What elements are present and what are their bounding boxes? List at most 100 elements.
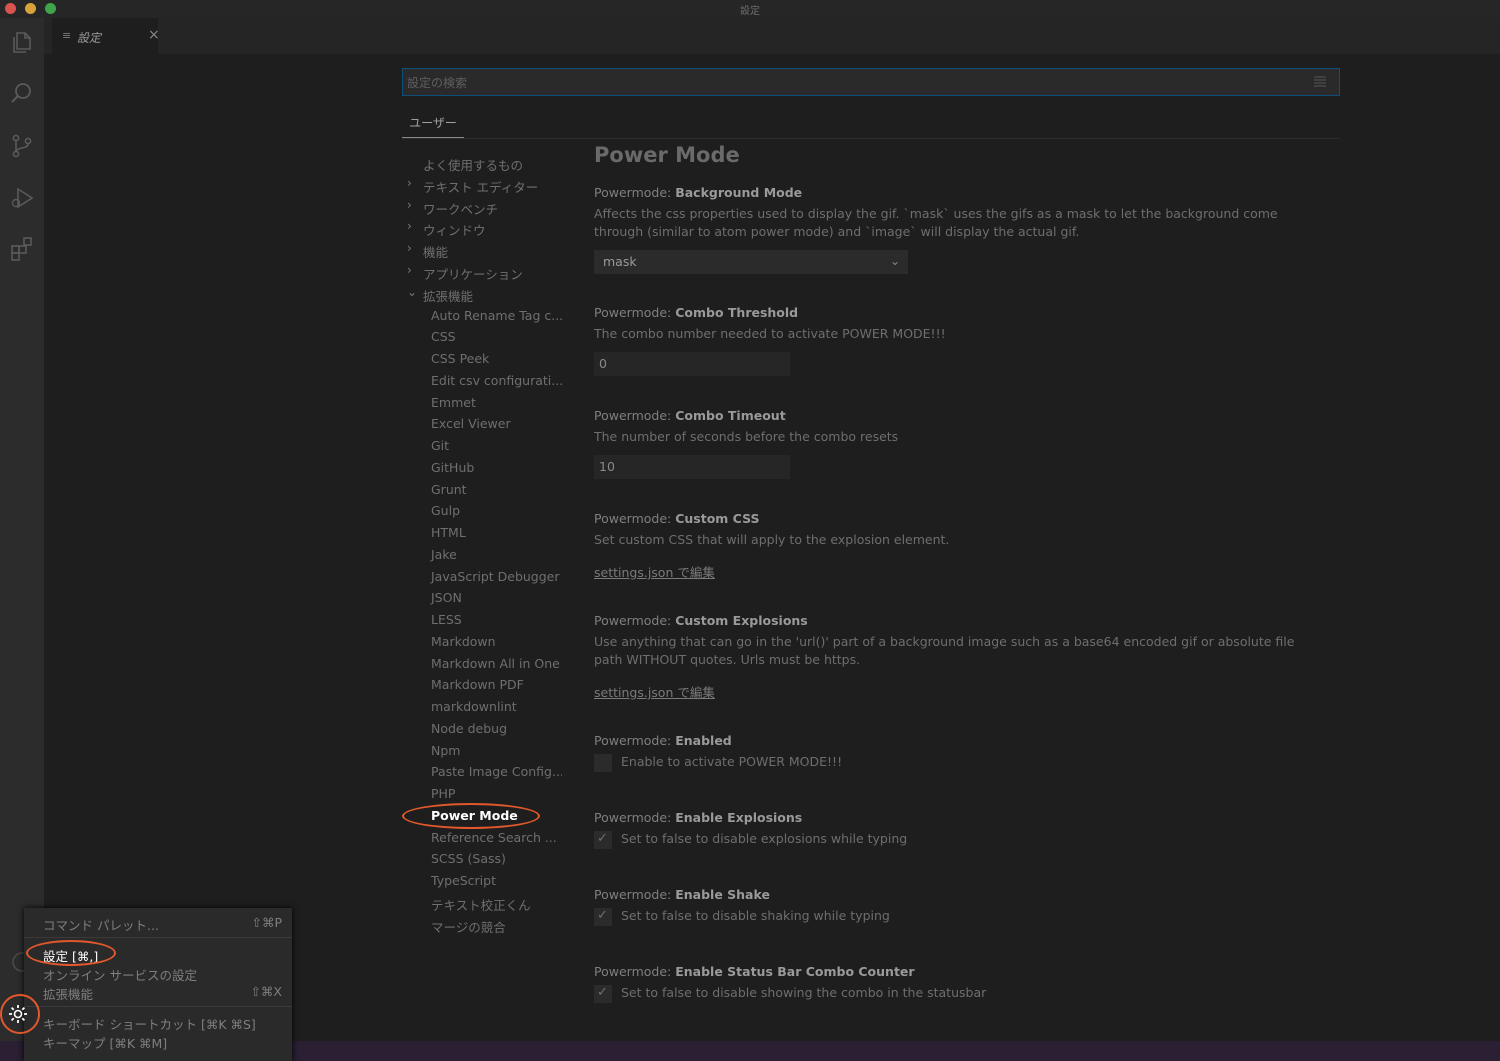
toc-item-label: マージの競合	[431, 919, 506, 935]
window-title: 設定	[740, 6, 760, 17]
chevron-down-icon: ⌄	[407, 284, 418, 299]
toc-item-extension[interactable]: JSON	[402, 587, 562, 609]
setting-title-custom-explosions: Powermode: Custom Explosions	[594, 613, 808, 628]
toc-item-extension[interactable]: Git	[402, 435, 562, 457]
toc-item-extension[interactable]: Excel Viewer	[402, 413, 562, 435]
combo-timeout-input[interactable]: 10	[594, 455, 790, 479]
toc-item[interactable]: › アプリケーション	[402, 261, 562, 283]
editor-tab-bar: ≡ 設定 ×	[44, 18, 1500, 54]
toc-item[interactable]: › ワークベンチ	[402, 196, 562, 218]
toc-item-extension[interactable]: マージの競合	[402, 914, 562, 936]
menu-item-keyboard-shortcuts[interactable]: キーボード ショートカット [⌘K ⌘S]	[43, 1014, 256, 1033]
toc-item-extension[interactable]: TypeScript	[402, 870, 562, 892]
setting-title-enable-explosions: Powermode: Enable Explosions	[594, 810, 803, 825]
checkmark-icon: ✓	[597, 908, 608, 923]
toc-item-label: GitHub	[431, 459, 475, 475]
toc-item[interactable]: ⌄ 拡張機能	[402, 283, 562, 305]
toc-item-extension[interactable]: GitHub	[402, 457, 562, 479]
menu-item-extensions[interactable]: 拡張機能	[43, 984, 93, 1003]
toc-item-extension[interactable]: Paste Image Config...	[402, 761, 562, 783]
tab-settings[interactable]: ≡ 設定 ×	[52, 18, 160, 54]
menu-item-online-services[interactable]: オンライン サービスの設定	[43, 965, 197, 984]
extensions-icon[interactable]	[8, 234, 36, 262]
search-icon[interactable]	[8, 80, 36, 108]
enable-explosions-checkbox[interactable]: ✓	[594, 831, 612, 849]
toc-item-label: よく使用するもの	[423, 158, 524, 173]
toc-item-extension[interactable]: LESS	[402, 609, 562, 631]
setting-desc-combo-threshold: The combo number needed to activate POWE…	[594, 326, 946, 341]
toc-item-label: Markdown All in One	[431, 655, 560, 671]
checkmark-icon: ✓	[597, 985, 608, 1000]
toc-item-label: Markdown	[431, 633, 496, 649]
toc-item-label: TypeScript	[431, 873, 496, 889]
enabled-checkbox[interactable]	[594, 754, 612, 772]
setting-desc-custom-explosions: Use anything that can go in the 'url()' …	[594, 634, 1295, 667]
toc-item-extension[interactable]: Edit csv configurati...	[402, 370, 562, 392]
toc-item-label: Grunt	[431, 481, 467, 497]
toc-item-extension[interactable]: SCSS (Sass)	[402, 848, 562, 870]
files-icon[interactable]	[8, 28, 36, 56]
chevron-down-icon: ⌄	[889, 254, 900, 268]
settings-search	[402, 68, 1340, 96]
enable-status-bar-label: Set to false to disable showing the comb…	[621, 985, 987, 1000]
close-icon[interactable]: ×	[148, 27, 160, 43]
edit-in-settings-json-link[interactable]: settings.json で編集	[594, 562, 715, 581]
toc-item-label: Markdown PDF	[431, 677, 524, 693]
toc-item-label: Node debug	[431, 720, 508, 736]
toc-item-extension[interactable]: PHP	[402, 783, 562, 805]
background-mode-select[interactable]: mask ⌄	[594, 250, 908, 274]
toc-item-label: JavaScript Debugger	[431, 568, 560, 584]
combo-threshold-input[interactable]: 0	[594, 352, 790, 376]
menu-divider	[24, 937, 292, 938]
toc-item-extension[interactable]: Emmet	[402, 392, 562, 414]
settings-list-icon: ≡	[62, 29, 72, 42]
setting-title-combo-threshold: Powermode: Combo Threshold	[594, 305, 799, 320]
toc-item-label: CSS	[431, 329, 456, 345]
toc-item-extension[interactable]: HTML	[402, 522, 562, 544]
clear-filter-icon[interactable]	[1313, 76, 1327, 88]
toc-item[interactable]: › ウィンドウ	[402, 217, 562, 239]
setting-title-enabled: Powermode: Enabled	[594, 733, 732, 748]
scope-divider	[402, 138, 1340, 139]
combo-threshold-value: 0	[599, 356, 607, 371]
toc-item-extension[interactable]: Reference Search ...	[402, 827, 562, 849]
manage-menu: コマンド パレット... ⇧⌘P 設定 [⌘,] オンライン サービスの設定 拡…	[24, 908, 292, 1061]
gear-highlight-ellipse	[0, 994, 40, 1034]
toc-item-extension[interactable]: Npm	[402, 740, 562, 762]
toc-item[interactable]: よく使用するもの	[402, 152, 562, 174]
toc-item-extension[interactable]: markdownlint	[402, 696, 562, 718]
combo-timeout-value: 10	[599, 459, 615, 474]
toc-item-extension[interactable]: Markdown PDF	[402, 674, 562, 696]
search-input[interactable]	[407, 74, 1287, 92]
run-debug-icon[interactable]	[8, 184, 36, 212]
toc-item-extension[interactable]: Auto Rename Tag c...	[402, 305, 562, 327]
toc-item-extension[interactable]: CSS Peek	[402, 348, 562, 370]
toc-item-extension[interactable]: テキスト校正くん	[402, 892, 562, 914]
toc-item-label: Excel Viewer	[431, 416, 511, 432]
checkmark-icon: ✓	[597, 831, 608, 846]
toc-item-extension[interactable]: Jake	[402, 544, 562, 566]
toc-item-label: ワークベンチ	[423, 201, 499, 217]
toc-item-extension[interactable]: Gulp	[402, 500, 562, 522]
menu-item-keymap[interactable]: キーマップ [⌘K ⌘M]	[43, 1033, 167, 1052]
enable-shake-checkbox[interactable]: ✓	[594, 908, 612, 926]
toc-item-extension[interactable]: Markdown All in One	[402, 653, 562, 675]
menu-item-command-palette[interactable]: コマンド パレット...	[43, 915, 159, 934]
enable-status-bar-checkbox[interactable]: ✓	[594, 985, 612, 1003]
toc-item-extension[interactable]: Markdown	[402, 631, 562, 653]
toc-item-extension[interactable]: CSS	[402, 326, 562, 348]
toc-item-extension[interactable]: Node debug	[402, 718, 562, 740]
tab-user-scope[interactable]: ユーザー	[402, 114, 464, 138]
source-control-icon[interactable]	[8, 132, 36, 160]
toc-item-extension[interactable]: JavaScript Debugger	[402, 566, 562, 588]
power-mode-highlight-ellipse	[402, 803, 540, 829]
enable-explosions-label: Set to false to disable explosions while…	[621, 831, 908, 846]
toc-item[interactable]: › 機能	[402, 239, 562, 261]
toc-item-label: 機能	[423, 245, 449, 261]
toc-item[interactable]: › テキスト エディター	[402, 174, 562, 196]
toc-item-label: Reference Search ...	[431, 829, 557, 845]
setting-desc-custom-css: Set custom CSS that will apply to the ex…	[594, 532, 950, 547]
toc-item-extension[interactable]: Grunt	[402, 479, 562, 501]
enable-shake-label: Set to false to disable shaking while ty…	[621, 908, 890, 923]
edit-in-settings-json-link[interactable]: settings.json で編集	[594, 682, 715, 701]
